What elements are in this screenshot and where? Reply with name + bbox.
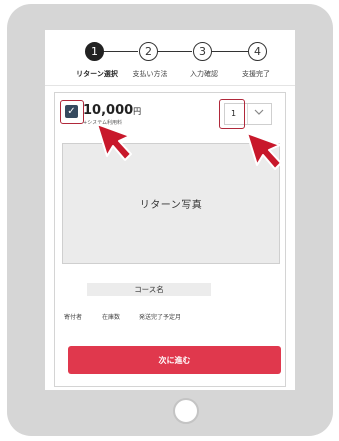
quantity-highlight <box>219 99 245 129</box>
chevron-down-icon <box>254 107 264 120</box>
step-connector <box>211 51 248 52</box>
step-1-circle: 1 <box>85 42 104 61</box>
step-3-circle: 3 <box>193 42 212 61</box>
step-connector <box>102 51 138 52</box>
quantity-separator <box>247 104 248 124</box>
course-name: コース名 <box>87 283 211 296</box>
price-currency: 円 <box>133 107 142 116</box>
meta-shipping-month: 発送完了予定月 <box>139 314 182 321</box>
next-button[interactable]: 次に進む <box>68 346 281 374</box>
step-1-label: リターン選択 <box>76 70 118 78</box>
meta-stock: 在庫数 <box>102 314 121 321</box>
meta-supporters: 寄付者 <box>64 314 83 321</box>
step-connector <box>157 51 192 52</box>
home-button[interactable] <box>173 398 199 424</box>
step-2-label: 支払い方法 <box>132 70 168 78</box>
step-4-label: 支援完了 <box>242 70 270 78</box>
checkbox-highlight <box>60 100 84 124</box>
step-2-circle: 2 <box>139 42 158 61</box>
header-divider <box>45 85 295 86</box>
step-3-label: 入力確認 <box>190 70 218 78</box>
photo-placeholder-text: リターン写真 <box>139 200 203 211</box>
price-amount: 10,000 <box>83 103 134 118</box>
pointer-cursor-icon <box>96 123 132 161</box>
progress-stepper: 1 2 3 4 リターン選択 支払い方法 入力確認 支援完了 <box>45 42 295 82</box>
tablet-screen: 1 2 3 4 リターン選択 支払い方法 入力確認 支援完了 ✓ 10,000円… <box>45 30 295 390</box>
pointer-cursor-icon <box>246 132 282 170</box>
reward-price: 10,000円 <box>83 103 141 118</box>
step-4-circle: 4 <box>248 42 267 61</box>
